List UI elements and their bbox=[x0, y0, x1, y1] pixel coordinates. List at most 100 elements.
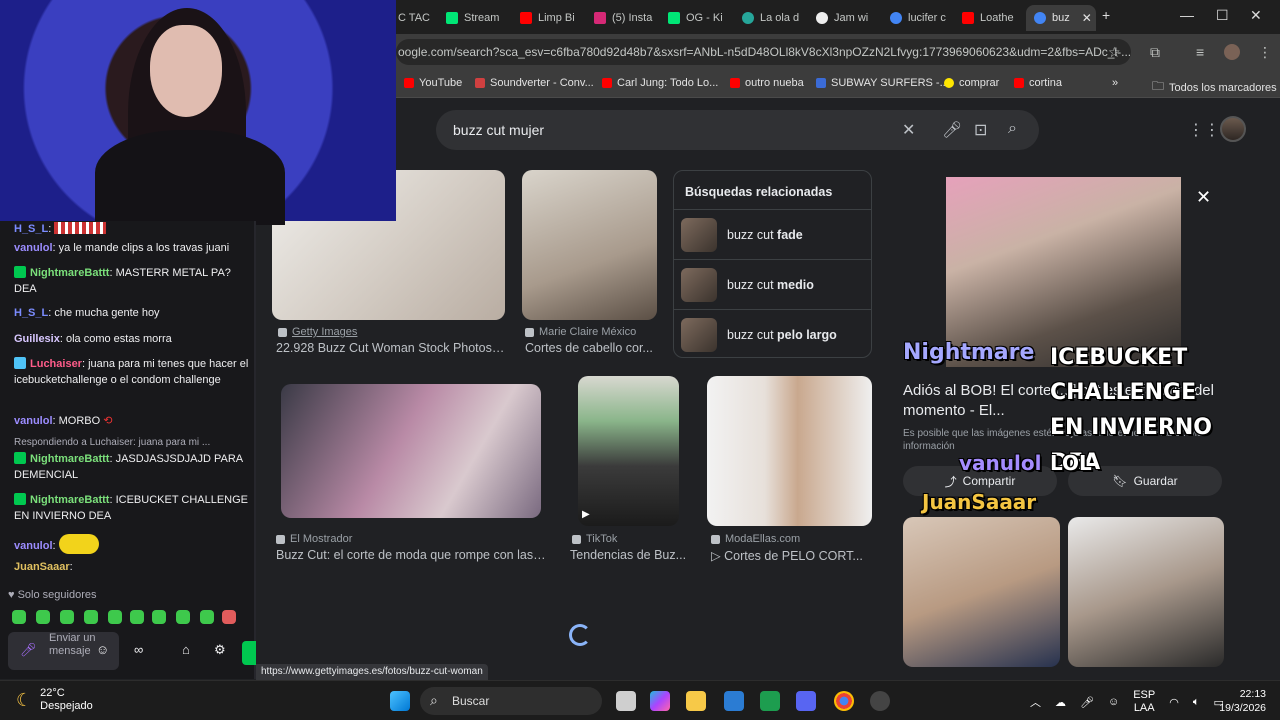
excel-icon[interactable] bbox=[760, 691, 780, 711]
result-source[interactable]: Getty Images bbox=[278, 326, 357, 338]
volume-icon[interactable]: 🔈︎ bbox=[1193, 696, 1200, 709]
store-icon[interactable]: ⌂ bbox=[182, 642, 190, 657]
bookmark-label: SUBWAY SURFERS -... bbox=[831, 77, 949, 89]
emote-icon[interactable] bbox=[152, 610, 166, 624]
taskbar-search[interactable]: ⌕ Buscar bbox=[420, 687, 602, 715]
profile-avatar[interactable] bbox=[1224, 44, 1240, 60]
more-bookmarks-icon[interactable]: » bbox=[1112, 77, 1118, 89]
emote-icon[interactable] bbox=[12, 610, 26, 624]
google-account-avatar[interactable] bbox=[1220, 116, 1246, 142]
source-label: Getty Images bbox=[292, 326, 358, 338]
bookmark-soundverter[interactable]: Soundverter - Conv... bbox=[475, 77, 594, 89]
emote-icon[interactable] bbox=[108, 610, 122, 624]
minion-emote-icon bbox=[58, 534, 99, 554]
emote-icon[interactable] bbox=[176, 610, 190, 624]
emoji-icon[interactable]: ☺ bbox=[1108, 696, 1119, 708]
close-icon[interactable]: ✕ bbox=[1196, 187, 1211, 208]
weather-widget[interactable]: ☾ 22°C Despejado bbox=[16, 687, 93, 713]
result-image-tiktok[interactable]: ▶ bbox=[578, 376, 679, 526]
close-tab-icon[interactable]: ✕ bbox=[1082, 11, 1092, 25]
clear-icon[interactable]: ✕ bbox=[902, 120, 915, 140]
bookmark-comprar[interactable]: comprar bbox=[944, 77, 999, 89]
discord-icon[interactable] bbox=[796, 691, 816, 711]
address-bar[interactable]: oogle.com/search?sca_esv=c6fba780d92d48b… bbox=[396, 39, 1131, 65]
emote-icon[interactable] bbox=[84, 610, 98, 624]
bookmark-youtube[interactable]: YouTube bbox=[404, 77, 462, 89]
microphone-icon[interactable]: 🎤︎ bbox=[942, 120, 962, 140]
file-explorer-icon[interactable] bbox=[686, 691, 706, 711]
copilot-icon[interactable] bbox=[650, 691, 670, 711]
all-bookmarks[interactable]: 🗀 Todos los marcadores bbox=[1152, 77, 1277, 98]
tab-stream[interactable]: Stream bbox=[438, 5, 508, 31]
tab-limp-bizkit[interactable]: Limp Bi bbox=[512, 5, 584, 31]
chat-input[interactable]: 🎤︎ Enviar un mensaje ☺ bbox=[8, 632, 119, 670]
bookmark-subway[interactable]: SUBWAY SURFERS -... bbox=[816, 77, 949, 89]
tab-og[interactable]: OG - Ki bbox=[660, 5, 732, 31]
preview-image[interactable] bbox=[946, 177, 1181, 367]
language-indicator[interactable]: ESP LAA bbox=[1133, 689, 1155, 715]
lens-icon[interactable]: ⊡ bbox=[974, 120, 987, 140]
bookmark-carl-jung[interactable]: Carl Jung: Todo Lo... bbox=[602, 77, 718, 89]
webcam-body bbox=[95, 130, 285, 225]
tab-jam[interactable]: Jam wi bbox=[808, 5, 880, 31]
overlay-username: JuanSaaar bbox=[922, 490, 1037, 514]
emote-icon[interactable] bbox=[222, 610, 236, 624]
emote-icon[interactable] bbox=[36, 610, 50, 624]
result-image-el-mostrador[interactable] bbox=[281, 384, 541, 518]
result-title[interactable]: Buzz Cut: el corte de moda que rompe con… bbox=[276, 548, 548, 562]
emote-icon[interactable] bbox=[130, 610, 144, 624]
minimize-button[interactable]: — bbox=[1180, 7, 1194, 23]
bits-icon[interactable]: ∞ bbox=[134, 642, 143, 657]
bookmark-cortina[interactable]: cortina bbox=[1014, 77, 1062, 89]
date: 19/3/2026 bbox=[1219, 702, 1266, 714]
app-icon[interactable] bbox=[870, 691, 890, 711]
emote-icon[interactable] bbox=[200, 610, 214, 624]
new-tab-button[interactable]: + bbox=[1102, 7, 1110, 23]
microphone-icon[interactable]: 🎤︎ bbox=[1080, 696, 1094, 709]
tab-loathe[interactable]: Loathe bbox=[954, 5, 1024, 31]
result-source[interactable]: El Mostrador bbox=[276, 533, 352, 545]
search-box[interactable]: buzz cut mujer ✕ 🎤︎ ⊡ ⌕ bbox=[436, 110, 1039, 150]
tab-lucifer[interactable]: lucifer c bbox=[882, 5, 954, 31]
bookmark-outro[interactable]: outro nueba bbox=[730, 77, 804, 89]
chrome-icon[interactable] bbox=[834, 691, 854, 711]
extensions-icon[interactable]: ⧉ bbox=[1150, 44, 1160, 61]
media-icon[interactable]: ≡ bbox=[1196, 44, 1204, 60]
search-icon[interactable]: ⌕ bbox=[1008, 120, 1017, 138]
word-icon[interactable] bbox=[724, 691, 744, 711]
result-source[interactable]: ModaEllas.com bbox=[711, 533, 800, 545]
onedrive-icon[interactable]: ☁ bbox=[1055, 696, 1066, 709]
tab-c-tac[interactable]: C TAC bbox=[390, 5, 434, 31]
result-title[interactable]: ▷ Cortes de PELO CORT... bbox=[711, 548, 871, 563]
result-title[interactable]: 22.928 Buzz Cut Woman Stock Photos, ... bbox=[276, 341, 506, 355]
result-title[interactable]: Cortes de cabello cor... bbox=[525, 341, 665, 355]
microphone-icon[interactable]: 🎤︎ bbox=[20, 642, 37, 658]
maximize-button[interactable]: ☐ bbox=[1216, 7, 1229, 24]
settings-gear-icon[interactable]: ⚙ bbox=[214, 642, 226, 658]
chat-send-button[interactable] bbox=[242, 641, 256, 665]
related-image[interactable] bbox=[1068, 517, 1224, 667]
star-icon[interactable]: ☆ bbox=[1108, 44, 1121, 61]
result-source[interactable]: TikTok bbox=[572, 533, 617, 545]
tab-la-ola[interactable]: La ola d bbox=[734, 5, 806, 31]
emoji-icon[interactable]: ☺ bbox=[96, 642, 109, 657]
related-item-fade[interactable]: buzz cut fade bbox=[674, 209, 871, 259]
tab-buzz-cut-active[interactable]: buz ✕ bbox=[1026, 5, 1096, 31]
kick-icon bbox=[668, 12, 680, 24]
menu-icon[interactable]: ⋮ bbox=[1258, 44, 1272, 61]
result-title[interactable]: Tendencias de Buz... bbox=[570, 548, 690, 562]
result-source[interactable]: Marie Claire México bbox=[525, 326, 636, 338]
related-item-pelo-largo[interactable]: buzz cut pelo largo bbox=[674, 309, 871, 359]
result-image-modaellas[interactable] bbox=[707, 376, 872, 526]
related-image[interactable] bbox=[903, 517, 1060, 667]
result-image-marie-claire[interactable] bbox=[522, 170, 657, 320]
emote-icon[interactable] bbox=[60, 610, 74, 624]
chevron-up-icon[interactable]: ︿ bbox=[1030, 694, 1041, 710]
clock[interactable]: 22:13 19/3/2026 bbox=[1212, 687, 1266, 715]
close-window-button[interactable]: ✕ bbox=[1250, 7, 1262, 24]
wifi-icon[interactable]: ◠ bbox=[1169, 696, 1179, 709]
tab-instagram[interactable]: (5) Insta bbox=[586, 5, 658, 31]
task-view-icon[interactable] bbox=[616, 691, 636, 711]
windows-start-icon[interactable] bbox=[390, 691, 410, 711]
related-item-medio[interactable]: buzz cut medio bbox=[674, 259, 871, 309]
